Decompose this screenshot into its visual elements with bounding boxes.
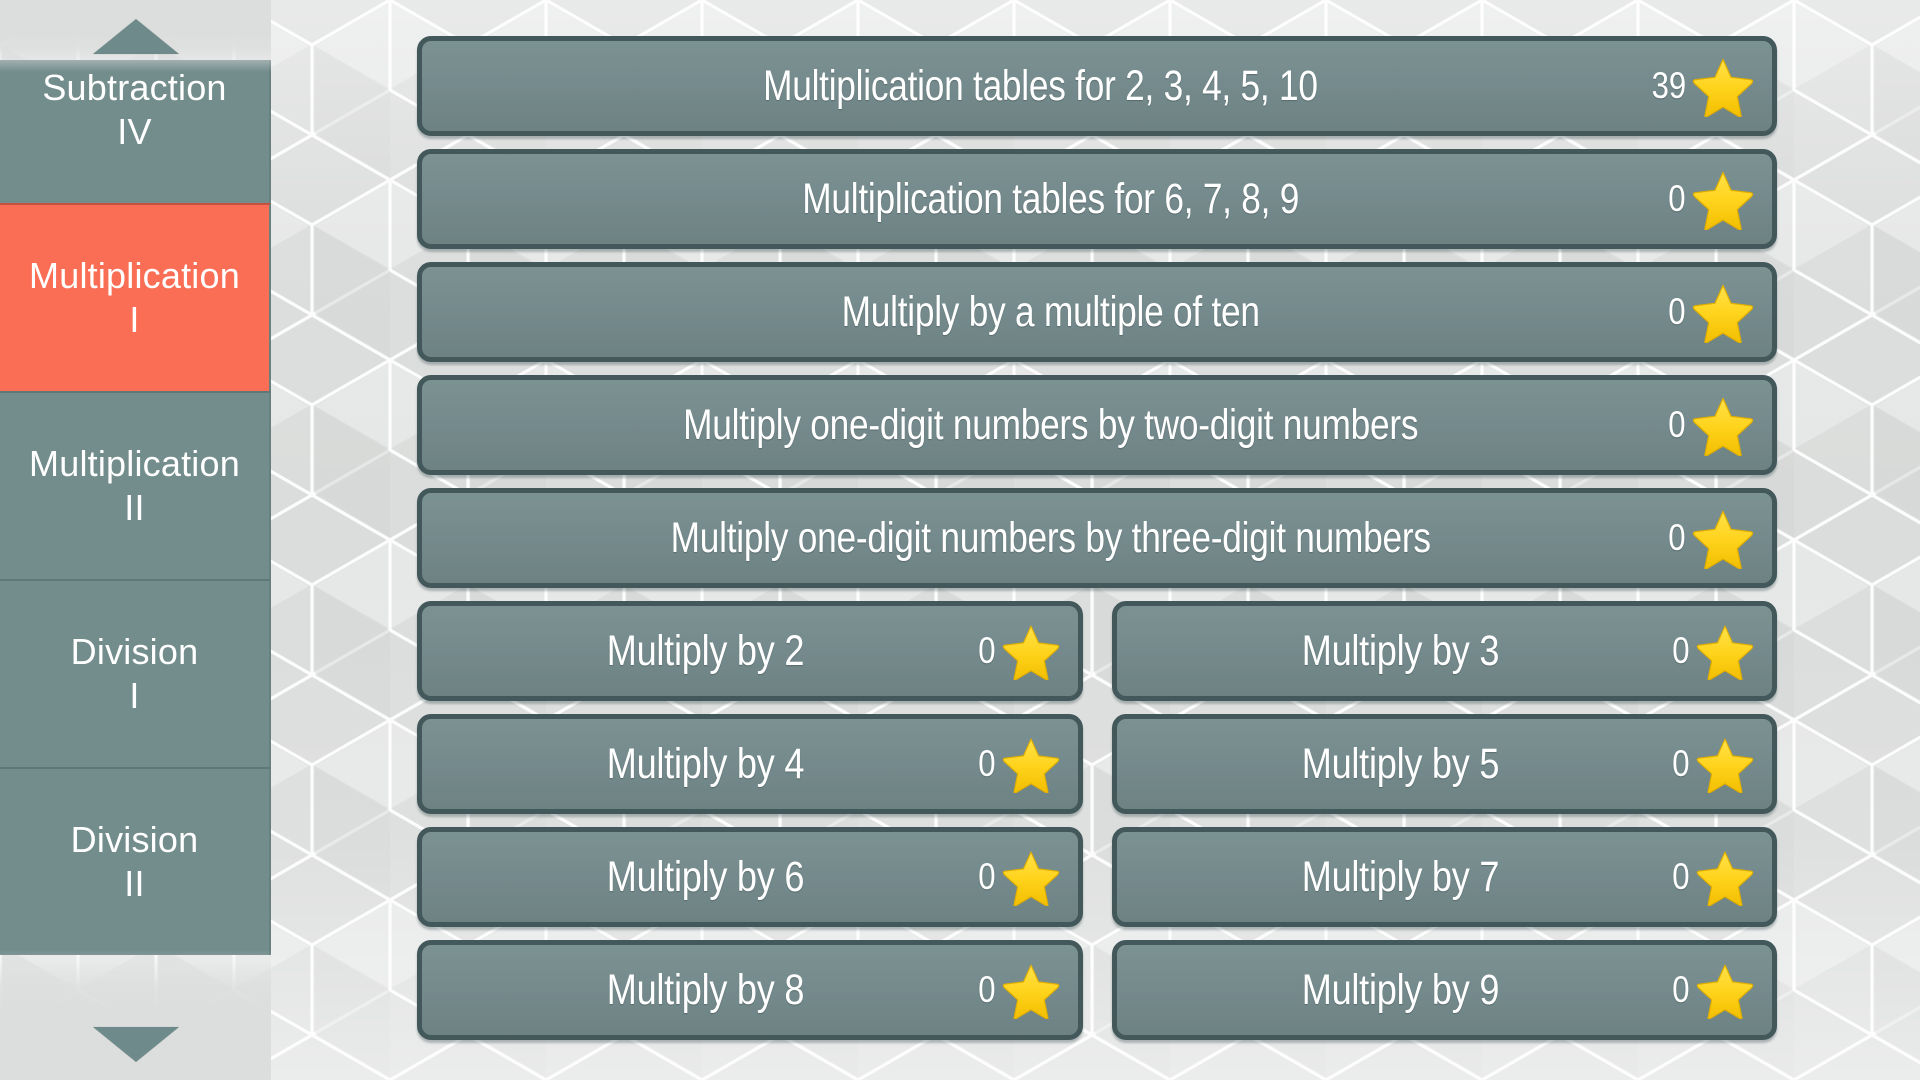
level-row: Multiply by 8 0 Multiply by 9 0 bbox=[417, 940, 1777, 1040]
level-title: Multiply one-digit numbers by two-digit … bbox=[683, 400, 1419, 449]
level-row: Multiplication tables for 2, 3, 4, 5, 10… bbox=[417, 36, 1777, 136]
star-icon bbox=[1696, 851, 1754, 906]
score-value: 0 bbox=[1672, 969, 1690, 1010]
level-button-multiply-by-9[interactable]: Multiply by 9 0 bbox=[1111, 940, 1777, 1040]
level-title: Multiply by 3 bbox=[1301, 626, 1499, 675]
level-row: Multiplication tables for 6, 7, 8, 9 0 bbox=[417, 149, 1777, 249]
level-score: 0 bbox=[1669, 735, 1754, 793]
sidebar-scroll-viewport[interactable]: Subtraction IV Multiplication I Multipli… bbox=[0, 60, 271, 970]
level-button-multiply-by-8[interactable]: Multiply by 8 0 bbox=[417, 940, 1083, 1040]
score-value: 0 bbox=[1672, 743, 1690, 784]
level-title: Multiplication tables for 6, 7, 8, 9 bbox=[802, 174, 1300, 223]
sidebar-item-title: Division bbox=[70, 819, 199, 861]
level-button-multiply-by-6[interactable]: Multiply by 6 0 bbox=[417, 827, 1083, 927]
sidebar-item-level: I bbox=[129, 675, 140, 716]
sidebar-item-level: II bbox=[124, 863, 145, 904]
level-button-multiply-by-2[interactable]: Multiply by 2 0 bbox=[417, 601, 1083, 701]
level-score: 0 bbox=[1665, 281, 1754, 343]
level-score: 0 bbox=[975, 735, 1060, 793]
level-row: Multiply by 6 0 Multiply by 7 0 bbox=[417, 827, 1777, 927]
level-button-multiplication-tables-6-7-8-9[interactable]: Multiplication tables for 6, 7, 8, 9 0 bbox=[417, 149, 1777, 249]
level-row: Multiply by a multiple of ten 0 bbox=[417, 262, 1777, 362]
sidebar-item-title: Subtraction bbox=[42, 67, 227, 109]
star-icon bbox=[1696, 625, 1754, 680]
sidebar-item-title: Multiplication bbox=[29, 443, 240, 485]
star-icon bbox=[1692, 171, 1754, 230]
star-icon bbox=[1692, 397, 1754, 456]
sidebar-item-level: I bbox=[129, 299, 140, 340]
score-value: 0 bbox=[1672, 630, 1690, 671]
level-score: 0 bbox=[1665, 507, 1754, 569]
score-value: 0 bbox=[978, 630, 996, 671]
star-icon bbox=[1002, 625, 1059, 680]
level-score: 0 bbox=[1665, 394, 1754, 456]
triangle-up-icon bbox=[92, 18, 179, 54]
level-button-multiply-by-4[interactable]: Multiply by 4 0 bbox=[417, 714, 1083, 814]
score-value: 0 bbox=[978, 856, 996, 897]
star-icon bbox=[1696, 964, 1754, 1019]
sidebar-scroll-down-button[interactable] bbox=[0, 1008, 271, 1080]
app-root: Subtraction IV Multiplication I Multipli… bbox=[0, 0, 1920, 1080]
sidebar-item-title: Division bbox=[70, 631, 199, 673]
level-title: Multiply by 8 bbox=[606, 965, 805, 1014]
score-value: 0 bbox=[978, 969, 996, 1010]
sidebar-item-multiplication-i[interactable]: Multiplication I bbox=[0, 203, 271, 391]
level-title: Multiply by 5 bbox=[1301, 739, 1499, 788]
level-score: 0 bbox=[1669, 848, 1754, 906]
level-row: Multiply one-digit numbers by two-digit … bbox=[417, 375, 1777, 475]
sidebar-item-list: Subtraction IV Multiplication I Multipli… bbox=[0, 60, 271, 955]
level-list: Multiplication tables for 2, 3, 4, 5, 10… bbox=[417, 36, 1777, 1053]
level-title: Multiply by 4 bbox=[606, 739, 805, 788]
level-button-multiply-by-5[interactable]: Multiply by 5 0 bbox=[1111, 714, 1777, 814]
star-icon bbox=[1692, 284, 1754, 343]
level-title: Multiply by 9 bbox=[1301, 965, 1499, 1014]
sidebar-item-title: Multiplication bbox=[29, 255, 240, 297]
level-button-multiply-by-3[interactable]: Multiply by 3 0 bbox=[1111, 601, 1777, 701]
level-row: Multiply by 2 0 Multiply by 3 0 bbox=[417, 601, 1777, 701]
star-icon bbox=[1692, 58, 1754, 117]
level-title: Multiply by a multiple of ten bbox=[841, 287, 1260, 336]
star-icon bbox=[1696, 738, 1754, 793]
score-value: 39 bbox=[1651, 65, 1686, 106]
level-title: Multiply by 6 bbox=[606, 852, 805, 901]
level-score: 0 bbox=[975, 848, 1060, 906]
star-icon bbox=[1692, 510, 1754, 569]
score-value: 0 bbox=[1668, 517, 1686, 558]
level-score: 0 bbox=[1669, 961, 1754, 1019]
star-icon bbox=[1002, 738, 1059, 793]
level-button-multiply-one-digit-by-two-digit[interactable]: Multiply one-digit numbers by two-digit … bbox=[417, 375, 1777, 475]
sidebar-scroll-up-button[interactable] bbox=[0, 0, 271, 72]
score-value: 0 bbox=[978, 743, 996, 784]
score-value: 0 bbox=[1672, 856, 1690, 897]
level-score: 0 bbox=[1665, 168, 1754, 230]
score-value: 0 bbox=[1668, 291, 1686, 332]
level-row: Multiply by 4 0 Multiply by 5 0 bbox=[417, 714, 1777, 814]
level-row: Multiply one-digit numbers by three-digi… bbox=[417, 488, 1777, 588]
level-score: 0 bbox=[975, 622, 1060, 680]
level-title: Multiply by 2 bbox=[606, 626, 805, 675]
star-icon bbox=[1002, 964, 1059, 1019]
score-value: 0 bbox=[1668, 404, 1686, 445]
level-score: 0 bbox=[975, 961, 1060, 1019]
sidebar-item-division-i[interactable]: Division I bbox=[0, 579, 271, 767]
level-button-multiply-by-7[interactable]: Multiply by 7 0 bbox=[1111, 827, 1777, 927]
level-button-multiply-by-multiple-of-ten[interactable]: Multiply by a multiple of ten 0 bbox=[417, 262, 1777, 362]
sidebar-item-division-ii[interactable]: Division II bbox=[0, 767, 271, 955]
sidebar-item-level: IV bbox=[117, 111, 152, 152]
star-icon bbox=[1002, 851, 1059, 906]
level-title: Multiply one-digit numbers by three-digi… bbox=[670, 513, 1431, 562]
level-title: Multiplication tables for 2, 3, 4, 5, 10 bbox=[763, 61, 1318, 110]
category-sidebar: Subtraction IV Multiplication I Multipli… bbox=[0, 0, 271, 1080]
level-title: Multiply by 7 bbox=[1301, 852, 1499, 901]
level-button-multiply-one-digit-by-three-digit[interactable]: Multiply one-digit numbers by three-digi… bbox=[417, 488, 1777, 588]
sidebar-item-subtraction-iv[interactable]: Subtraction IV bbox=[0, 60, 271, 203]
level-button-multiplication-tables-2-3-4-5-10[interactable]: Multiplication tables for 2, 3, 4, 5, 10… bbox=[417, 36, 1777, 136]
level-score: 0 bbox=[1669, 622, 1754, 680]
sidebar-item-multiplication-ii[interactable]: Multiplication II bbox=[0, 391, 271, 579]
level-score: 39 bbox=[1645, 55, 1754, 117]
score-value: 0 bbox=[1668, 178, 1686, 219]
triangle-down-icon bbox=[92, 1026, 179, 1062]
sidebar-item-level: II bbox=[124, 487, 145, 528]
